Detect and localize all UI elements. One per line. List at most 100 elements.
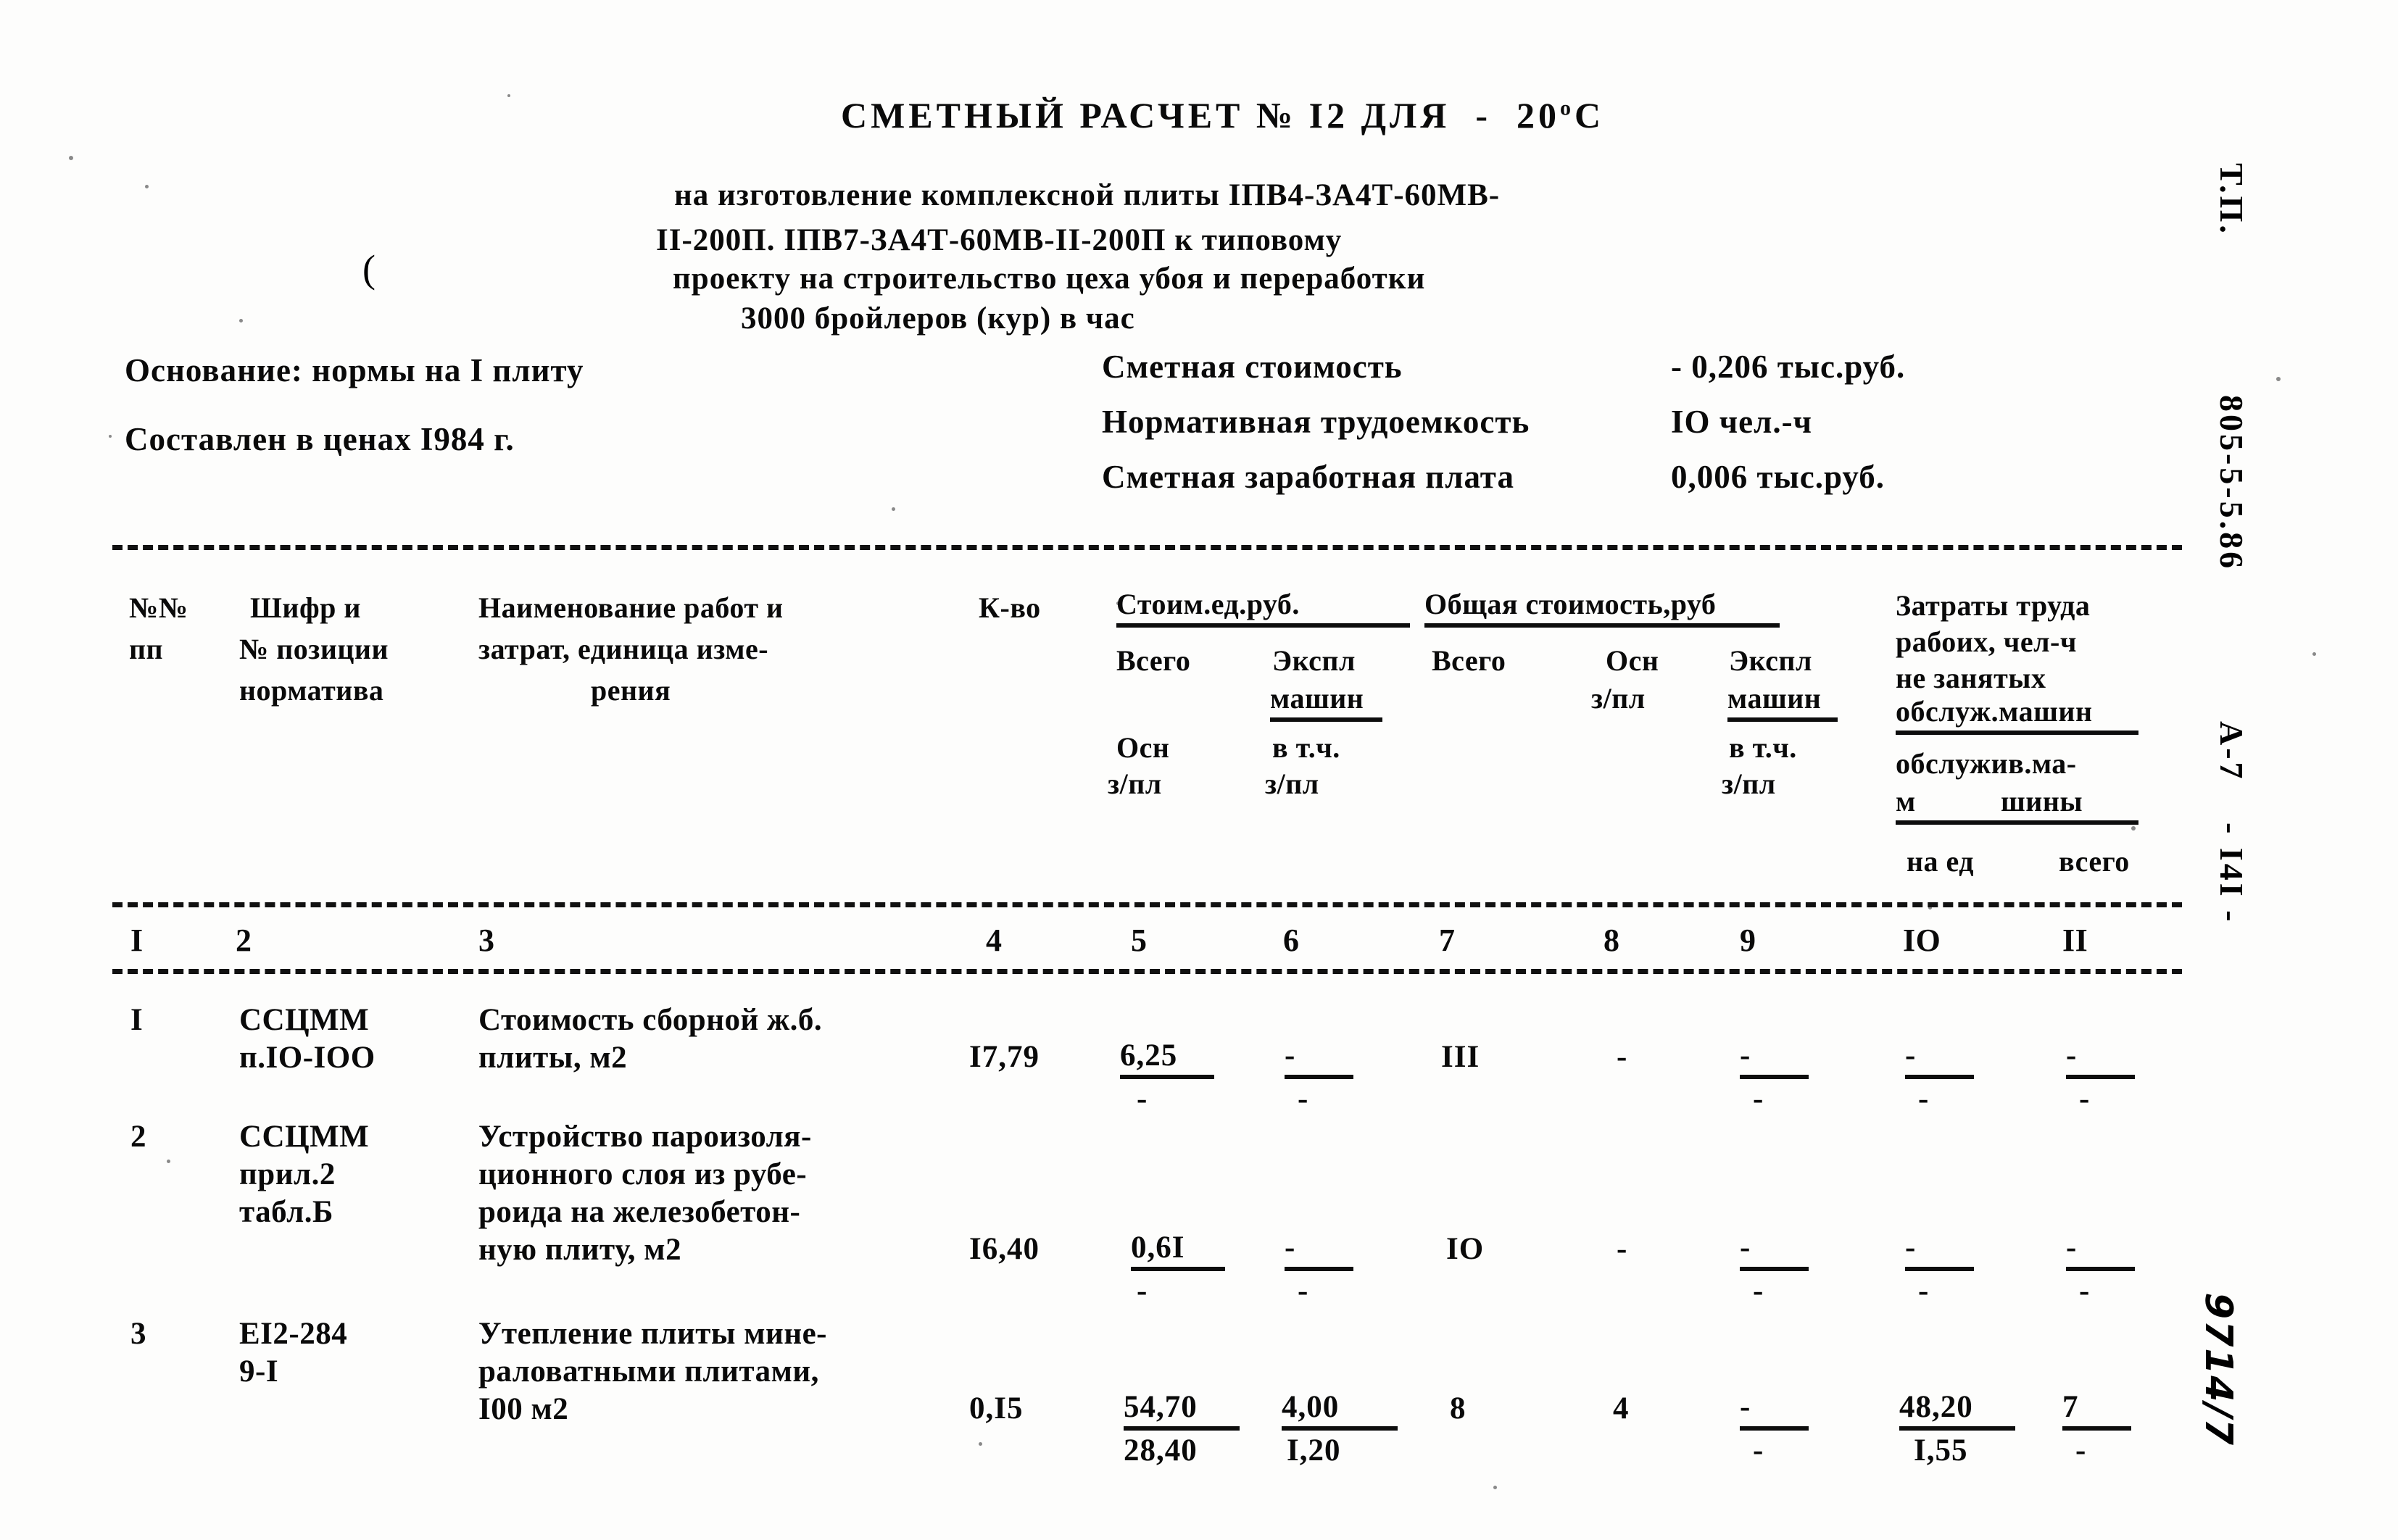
row2-code-line3: табл.Б bbox=[239, 1195, 333, 1229]
row2-name-line1: Устройство пароизоля- bbox=[478, 1120, 812, 1154]
row2-name-line4: ную плиту, м2 bbox=[478, 1233, 682, 1267]
colnum-5: 5 bbox=[1131, 923, 1148, 958]
header-col9-machines-line2: машин bbox=[1727, 681, 1838, 722]
header-col9-sub-line1: в т.ч. bbox=[1729, 731, 1797, 764]
header-col5-sub-line1: Осн bbox=[1116, 731, 1170, 764]
estimate-wage-value: 0,006 тыс.руб. bbox=[1671, 459, 1885, 495]
page-title-tail: С bbox=[1575, 95, 1605, 136]
header-labour-line5: обслужив.ма- bbox=[1896, 747, 2077, 780]
row1-labour-total: - bbox=[2066, 1038, 2135, 1079]
row1-labour-total-sub: - bbox=[2079, 1082, 2091, 1116]
subtitle-line-3: проекту на строительство цеха убоя и пер… bbox=[673, 262, 1426, 296]
table-row: I bbox=[130, 1003, 144, 1037]
row3-unit-total-sub: 28,40 bbox=[1124, 1433, 1198, 1468]
header-labour-total: всего bbox=[2059, 845, 2130, 878]
row1-name-line2: плиты, м2 bbox=[478, 1041, 628, 1075]
header-col7-total: Всего bbox=[1432, 644, 1506, 677]
row2-labour-total-sub: - bbox=[2079, 1274, 2091, 1308]
colnum-4: 4 bbox=[986, 923, 1003, 958]
page-title-text: СМЕТНЫЙ РАСЧЕТ № I2 ДЛЯ - 20 bbox=[841, 95, 1561, 136]
row2-unit-mach-sub: - bbox=[1298, 1274, 1309, 1308]
row2-code-line1: ССЦММ bbox=[239, 1120, 370, 1154]
row1-unit-mach: - bbox=[1285, 1038, 1353, 1079]
header-col3-line1: Наименование работ и bbox=[478, 591, 784, 624]
colnum-2: 2 bbox=[236, 923, 252, 958]
row3-total-mach-sub: - bbox=[1753, 1433, 1764, 1468]
margin-stamp-code: 805-5-5.86 bbox=[2213, 395, 2250, 572]
colnum-3: 3 bbox=[478, 923, 495, 958]
row1-unit-total-sub: - bbox=[1137, 1082, 1148, 1116]
row3-name-line1: Утепление плиты мине- bbox=[478, 1317, 828, 1351]
colnum-6: 6 bbox=[1283, 923, 1300, 958]
row3-code-line1: ЕI2-284 bbox=[239, 1317, 348, 1351]
row1-total-osn: - bbox=[1617, 1040, 1628, 1074]
header-col6-machines-line1: Экспл bbox=[1272, 644, 1356, 677]
table-colnum-top-rule bbox=[112, 902, 2182, 907]
scan-speck bbox=[69, 156, 73, 160]
header-col1-line2: пп bbox=[129, 633, 164, 665]
scan-speck bbox=[507, 94, 510, 97]
colnum-11: II bbox=[2062, 923, 2088, 958]
row2-labour-per-unit-sub: - bbox=[1918, 1274, 1930, 1308]
page-title: СМЕТНЫЙ РАСЧЕТ № I2 ДЛЯ - 20оС bbox=[841, 94, 1604, 136]
row2-unit-total-sub: - bbox=[1137, 1274, 1148, 1308]
row2-total-all: IO bbox=[1446, 1232, 1485, 1266]
estimate-cost-value: - 0,206 тыс.руб. bbox=[1671, 349, 1906, 385]
header-col2-line2: № позиции bbox=[239, 633, 389, 665]
header-col6-sub-line2: з/пл bbox=[1265, 767, 1319, 800]
row1-code-line1: ССЦММ bbox=[239, 1003, 370, 1037]
row3-labour-total-sub: - bbox=[2075, 1433, 2087, 1468]
subtitle-line-4: 3000 бройлеров (кур) в час bbox=[741, 301, 1135, 336]
header-group-unit-cost: Стоим.ед.руб. bbox=[1116, 587, 1410, 628]
scan-speck bbox=[892, 507, 895, 511]
row2-name-line3: роида на железобетон- bbox=[478, 1195, 801, 1229]
estimate-cost-label: Сметная стоимость bbox=[1102, 349, 1403, 385]
header-col2-line1: Шифр и bbox=[250, 591, 361, 624]
row3-name-line3: I00 м2 bbox=[478, 1392, 569, 1426]
scan-speck bbox=[167, 1160, 170, 1163]
row3-labour-per-unit-sub: I,55 bbox=[1914, 1433, 1968, 1468]
header-labour-line3: не занятых bbox=[1896, 662, 2046, 694]
row2-name-line2: ционного слоя из рубе- bbox=[478, 1157, 808, 1191]
colnum-10: IO bbox=[1903, 923, 1941, 958]
header-labour-line6b-text: шины bbox=[2001, 785, 2083, 817]
row2-total-osn: - bbox=[1617, 1232, 1628, 1266]
handwritten-annotation: 9714/7 bbox=[2196, 1288, 2240, 1451]
row1-code-line2: п.IO-IOO bbox=[239, 1041, 376, 1075]
row1-qty: I7,79 bbox=[969, 1040, 1040, 1074]
table-row: 3 bbox=[130, 1317, 146, 1351]
row3-unit-total: 54,70 bbox=[1124, 1389, 1240, 1431]
document-page: СМЕТНЫЙ РАСЧЕТ № I2 ДЛЯ - 20оС на изгото… bbox=[0, 0, 2398, 1540]
row3-total-osn: 4 bbox=[1613, 1391, 1630, 1425]
row3-qty: 0,I5 bbox=[969, 1391, 1024, 1425]
info-prices-year: Составлен в ценах I984 г. bbox=[125, 421, 515, 457]
row3-unit-mach: 4,00 bbox=[1282, 1389, 1398, 1431]
header-labour-line2: рабоих, чел-ч bbox=[1896, 625, 2077, 658]
scan-speck bbox=[239, 319, 243, 322]
margin-stamp-tp: Т.П. bbox=[2213, 163, 2250, 236]
row2-unit-mach: - bbox=[1285, 1230, 1353, 1271]
row2-code-line2: прил.2 bbox=[239, 1157, 336, 1191]
row1-labour-per-unit: - bbox=[1905, 1038, 1974, 1079]
colnum-7: 7 bbox=[1439, 923, 1456, 958]
row1-total-all: III bbox=[1441, 1040, 1480, 1074]
header-col6-machines-line2: машин bbox=[1270, 681, 1382, 722]
subtitle-line-1: на изготовление комплексной плиты IПВ4-З… bbox=[674, 178, 1501, 212]
scan-speck bbox=[979, 1442, 982, 1446]
row1-total-mach-sub: - bbox=[1753, 1082, 1764, 1116]
header-col8-osn-line2: з/пл bbox=[1591, 682, 1646, 715]
row1-labour-per-unit-sub: - bbox=[1918, 1082, 1930, 1116]
scan-speck bbox=[1493, 1486, 1497, 1489]
margin-stamp-page: - I4I - bbox=[2213, 823, 2250, 925]
header-col2-line3: норматива bbox=[239, 674, 384, 707]
table-top-rule bbox=[112, 545, 2182, 550]
row2-total-mach-sub: - bbox=[1753, 1274, 1764, 1308]
colnum-1: I bbox=[130, 923, 144, 958]
header-col3-line3: рения bbox=[591, 674, 671, 707]
scan-speck bbox=[2276, 377, 2281, 381]
header-col8-osn-line1: Осн bbox=[1606, 644, 1659, 677]
header-col1-line1: №№ bbox=[129, 591, 188, 624]
colnum-8: 8 bbox=[1603, 923, 1620, 958]
row2-qty: I6,40 bbox=[969, 1232, 1040, 1266]
table-colnum-bottom-rule bbox=[112, 969, 2182, 974]
